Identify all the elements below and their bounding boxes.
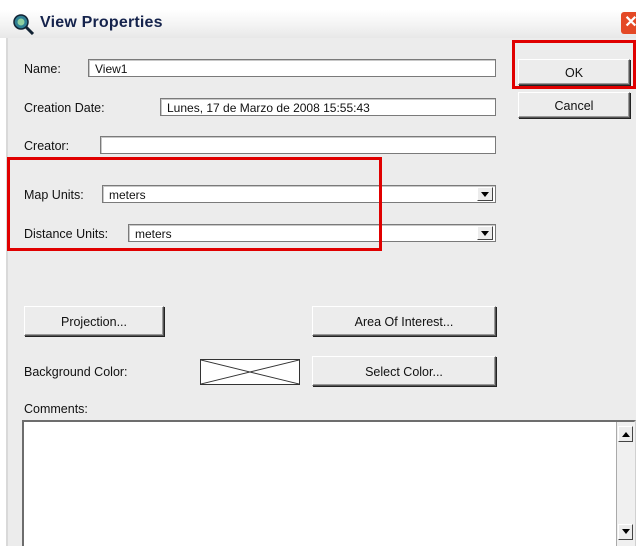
name-label: Name: xyxy=(24,62,61,76)
highlight-ok xyxy=(512,40,636,89)
projection-button[interactable]: Projection... xyxy=(24,306,164,336)
chevron-down-icon[interactable] xyxy=(477,187,493,201)
window-title: View Properties xyxy=(40,14,163,31)
background-color-label: Background Color: xyxy=(24,365,128,379)
comments-textarea[interactable] xyxy=(22,420,636,546)
area-of-interest-button[interactable]: Area Of Interest... xyxy=(312,306,496,336)
highlight-units xyxy=(7,157,382,251)
name-field[interactable]: View1 xyxy=(88,59,496,77)
select-color-button[interactable]: Select Color... xyxy=(312,356,496,386)
scroll-up-icon[interactable] xyxy=(618,426,633,442)
close-button[interactable]: ✕ xyxy=(621,12,636,34)
creation-date-field[interactable]: Lunes, 17 de Marzo de 2008 15:55:43 xyxy=(160,98,496,116)
chevron-down-icon[interactable] xyxy=(477,226,493,240)
scroll-down-icon[interactable] xyxy=(618,524,633,540)
creator-label: Creator: xyxy=(24,139,70,153)
view-magnifier-icon xyxy=(13,14,35,35)
comments-label: Comments: xyxy=(24,402,88,416)
creator-field[interactable] xyxy=(100,136,496,154)
background-color-swatch[interactable] xyxy=(200,359,300,385)
creation-date-label: Creation Date: xyxy=(24,101,105,115)
cancel-button[interactable]: Cancel xyxy=(518,92,630,118)
